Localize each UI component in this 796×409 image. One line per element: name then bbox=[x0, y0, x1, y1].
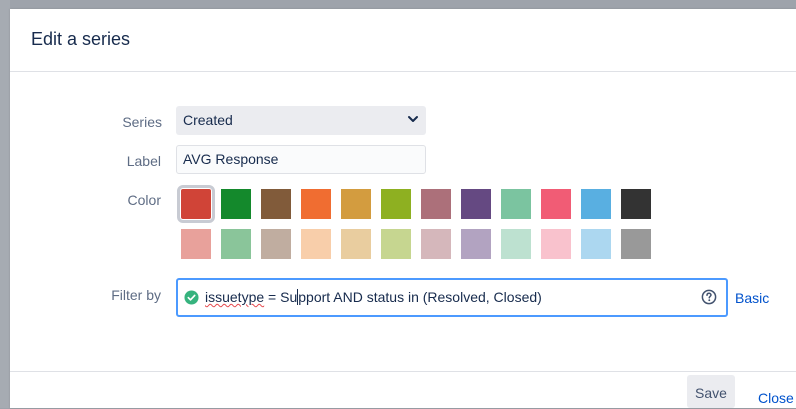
label-input[interactable]: AVG Response bbox=[176, 145, 426, 174]
color-swatch[interactable] bbox=[581, 229, 611, 259]
query-text-after-caret: pport AND status in (Resolved, Closed) bbox=[298, 289, 542, 305]
color-swatch[interactable] bbox=[621, 189, 651, 219]
label-input-value: AVG Response bbox=[183, 151, 279, 167]
color-swatch[interactable] bbox=[177, 185, 215, 223]
edit-series-dialog: Edit a series Series Created Label AVG R… bbox=[10, 9, 796, 408]
dialog-header: Edit a series bbox=[10, 9, 796, 72]
series-select[interactable]: Created bbox=[176, 106, 426, 135]
color-swatch[interactable] bbox=[181, 229, 211, 259]
series-select-value: Created bbox=[183, 112, 233, 128]
query-field-token: issuetype bbox=[205, 289, 265, 305]
color-swatch[interactable] bbox=[421, 189, 451, 219]
query-text-before-caret: = Su bbox=[264, 289, 298, 305]
filter-query-text: issuetype = Support AND status in (Resol… bbox=[205, 289, 542, 305]
color-swatch[interactable] bbox=[501, 229, 531, 259]
color-swatch[interactable] bbox=[461, 189, 491, 219]
color-swatch[interactable] bbox=[421, 229, 451, 259]
color-swatch[interactable] bbox=[261, 229, 291, 259]
color-swatch[interactable] bbox=[381, 189, 411, 219]
color-swatch[interactable] bbox=[301, 189, 331, 219]
color-swatch[interactable] bbox=[381, 229, 411, 259]
color-swatch[interactable] bbox=[461, 229, 491, 259]
color-swatch[interactable] bbox=[221, 189, 251, 219]
color-swatch[interactable] bbox=[341, 189, 371, 219]
filter-query-input[interactable]: issuetype = Support AND status in (Resol… bbox=[176, 278, 728, 317]
color-swatch[interactable] bbox=[541, 189, 571, 219]
check-circle-icon bbox=[184, 290, 199, 305]
color-swatch[interactable] bbox=[541, 229, 571, 259]
color-swatch[interactable] bbox=[501, 189, 531, 219]
filter-label: Filter by bbox=[111, 287, 161, 303]
color-swatch[interactable] bbox=[341, 229, 371, 259]
modal-backdrop bbox=[0, 0, 10, 408]
label-label: Label bbox=[126, 153, 161, 169]
save-button[interactable]: Save bbox=[687, 375, 735, 408]
series-label: Series bbox=[122, 114, 162, 130]
dialog-footer bbox=[10, 371, 796, 409]
basic-mode-link[interactable]: Basic bbox=[735, 290, 769, 306]
color-label: Color bbox=[127, 192, 161, 208]
question-circle-icon[interactable] bbox=[701, 289, 717, 305]
color-swatch[interactable] bbox=[621, 229, 651, 259]
color-swatch[interactable] bbox=[221, 229, 251, 259]
dialog-title: Edit a series bbox=[31, 29, 131, 49]
color-swatch[interactable] bbox=[301, 229, 331, 259]
chevron-down-icon bbox=[408, 116, 418, 122]
close-link[interactable]: Close bbox=[758, 390, 794, 406]
color-swatch[interactable] bbox=[581, 189, 611, 219]
color-swatch[interactable] bbox=[261, 189, 291, 219]
